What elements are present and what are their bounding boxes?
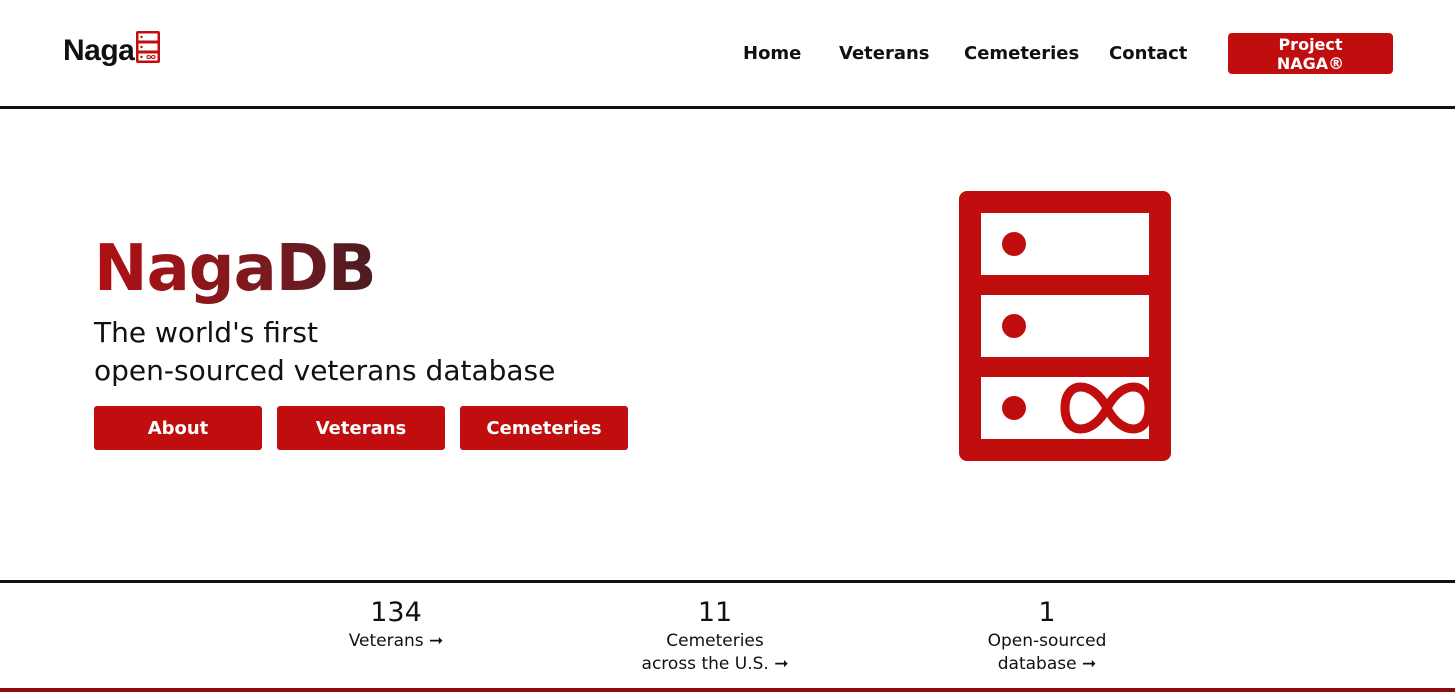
stat-cemeteries[interactable]: 11 Cemeteries across the U.S. ➞ <box>585 596 845 676</box>
nav-contact[interactable]: Contact <box>1109 43 1187 64</box>
stat-label-line2: database ➞ <box>997 654 1097 674</box>
stat-number: 1 <box>1038 597 1056 628</box>
stat-open-sourced[interactable]: 1 Open-sourced database ➞ <box>917 596 1177 676</box>
logo-text: Naga <box>63 34 135 67</box>
stat-label-line1: Veterans ➞ <box>348 631 444 651</box>
nav-home[interactable]: Home <box>743 43 801 64</box>
stats-divider <box>0 580 1455 583</box>
site-header: Naga Home Veterans Cemeteries Contact Pr… <box>0 0 1455 106</box>
hero-subtitle: The world's first open-sourced veterans … <box>94 314 555 390</box>
stat-number: 11 <box>697 597 733 628</box>
server-infinity-icon <box>136 31 161 63</box>
footer-accent-bar <box>0 688 1455 692</box>
page-title: NagaDB <box>94 232 377 306</box>
stat-veterans[interactable]: 134 Veterans ➞ <box>266 596 526 653</box>
hero-subtitle-line1: The world's first <box>94 316 318 349</box>
cemeteries-button[interactable]: Cemeteries <box>460 406 628 450</box>
nav-veterans[interactable]: Veterans <box>839 43 930 64</box>
nav-cemeteries[interactable]: Cemeteries <box>964 43 1079 64</box>
site-logo[interactable]: Naga <box>63 30 161 66</box>
stat-label: Open-sourced database ➞ <box>917 630 1177 676</box>
stat-label-line1: Open-sourced <box>987 631 1107 651</box>
hero-button-group: About Veterans Cemeteries <box>94 406 628 450</box>
hero-subtitle-line2: open-sourced veterans database <box>94 354 556 387</box>
header-divider <box>0 106 1455 109</box>
stat-label: Cemeteries across the U.S. ➞ <box>585 630 845 676</box>
stat-label-line1: Cemeteries <box>666 631 764 651</box>
about-button[interactable]: About <box>94 406 262 450</box>
stat-label: Veterans ➞ <box>266 630 526 653</box>
stat-label-line2: across the U.S. ➞ <box>641 654 789 674</box>
project-naga-button[interactable]: Project NAGA® <box>1228 33 1393 74</box>
stat-number: 134 <box>370 597 422 628</box>
server-rack-infinity-icon <box>959 191 1171 461</box>
veterans-button[interactable]: Veterans <box>277 406 445 450</box>
